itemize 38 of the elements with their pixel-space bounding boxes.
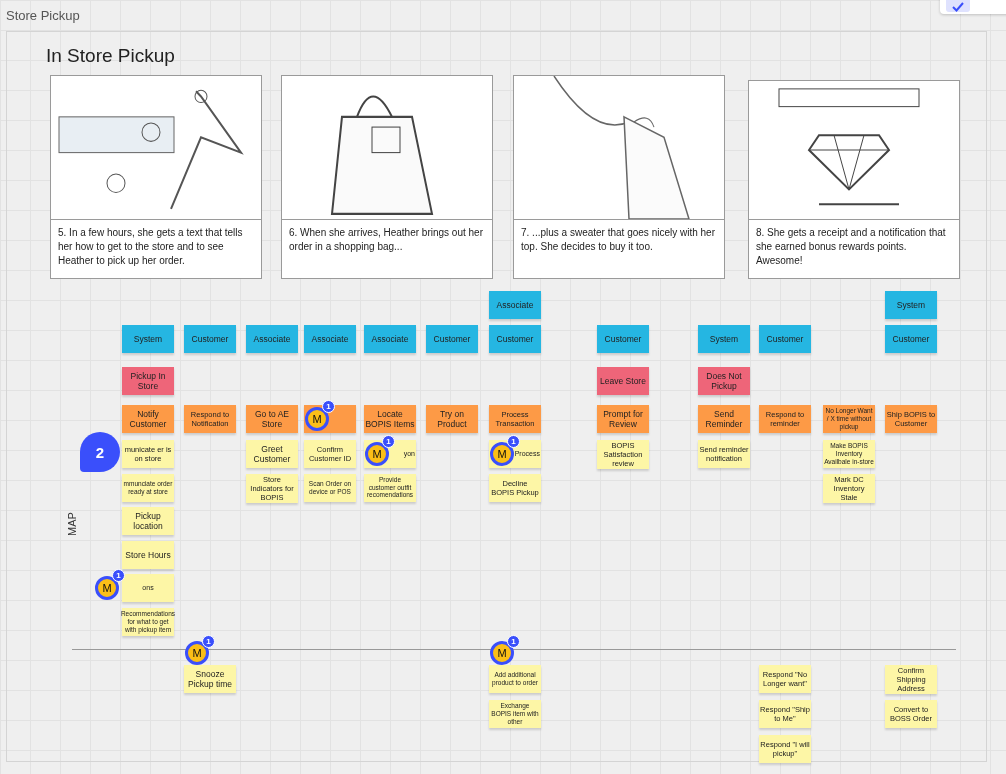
panel-caption: 6. When she arrives, Heather brings out her order in a shopping bag... [288, 226, 484, 254]
check-button[interactable] [946, 0, 970, 12]
frame-title: In Store Pickup [46, 45, 175, 67]
sticky-note[interactable]: System [122, 325, 174, 353]
sticky-note[interactable]: Send Reminder [698, 405, 750, 433]
sticky-note[interactable]: Associate [246, 325, 298, 353]
panel-caption: 7. ...plus a sweater that goes nicely with her top. She decides to buy it too. [520, 226, 716, 254]
panel-caption: 5. In a few hours, she gets a text that tells her how to get to the store and to see Heather to pick up her order. [57, 226, 244, 268]
sticky-note[interactable]: Go to AE Store [246, 405, 298, 433]
count-badge: 1 [202, 635, 215, 648]
check-icon [952, 2, 964, 12]
sticky-note[interactable]: Customer [759, 325, 811, 353]
sticky-note[interactable]: Locate BOPIS Items [364, 405, 416, 433]
sticky-note[interactable]: Notify Customer [122, 405, 174, 433]
sticky-note[interactable]: Associate [304, 325, 356, 353]
board-title: Store Pickup [6, 8, 80, 23]
sticky-note[interactable]: Does Not Pickup [698, 367, 750, 395]
section-label: MAP [65, 512, 78, 536]
sticky-note[interactable]: Snooze Pickup time [184, 665, 236, 693]
sticky-note[interactable]: Customer [885, 325, 937, 353]
sticky-note[interactable]: System [885, 291, 937, 319]
sticky-note[interactable]: Customer [597, 325, 649, 353]
sticky-note[interactable]: Associate [489, 291, 541, 319]
sticky-note[interactable]: Prompt for Review [597, 405, 649, 433]
sticky-note[interactable]: Greet Customer [246, 440, 298, 468]
count-badge: 1 [507, 635, 520, 648]
sticky-note[interactable]: Leave Store [597, 367, 649, 395]
sticky-note[interactable]: Pickup location [122, 507, 174, 536]
comment-cluster[interactable]: 2 [80, 432, 120, 472]
sticky-note[interactable]: Associate [364, 325, 416, 353]
sticky-note[interactable]: Customer [489, 325, 541, 353]
panel-caption: 8. She gets a receipt and a notification that she earned bonus rewards points. Awesome! [755, 226, 947, 268]
sticky-note[interactable]: Pickup In Store [122, 367, 174, 395]
sticky-note[interactable]: System [698, 325, 750, 353]
sticky-note[interactable]: Customer [426, 325, 478, 353]
sticky-note[interactable]: Customer [184, 325, 236, 353]
sticky-note[interactable]: Try on Product [426, 405, 478, 433]
sticky-note[interactable]: Store Hours [122, 540, 174, 569]
